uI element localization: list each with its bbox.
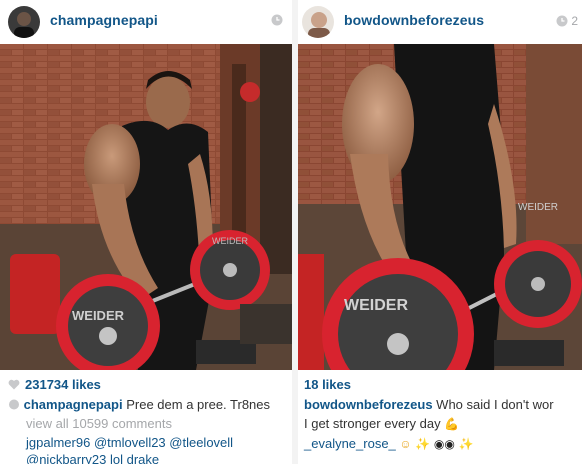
plate-label: WEIDER (518, 202, 558, 213)
sparkles-emoji: ✨ (415, 437, 431, 451)
comment-bubble-icon (9, 399, 19, 410)
plate-label: WEIDER (72, 308, 125, 323)
comment-mentions[interactable]: @tmlovell23 @tleelovell (90, 435, 233, 450)
post-header: bowdownbeforezeus 2 (298, 0, 582, 44)
smiling-face-emoji: ☺ (399, 437, 412, 451)
post-right: bowdownbeforezeus 2 WEIDER WEIDER 18 lik… (298, 0, 582, 464)
clock-icon (556, 15, 568, 27)
plate-label: WEIDER (212, 236, 249, 246)
post-header: champagnepapi (0, 0, 292, 44)
flexed-biceps-emoji: 💪 (444, 417, 460, 431)
eyes-emoji: ◉◉ (433, 437, 455, 451)
likes-count[interactable]: 18 likes (304, 376, 351, 393)
post-time: 2 (556, 14, 578, 28)
comment-username[interactable]: jgpalmer96 (26, 435, 90, 450)
comment-mention-text[interactable]: @nickbarry23 lol drake (26, 452, 159, 464)
clock-icon (271, 14, 283, 26)
caption-text: Pree dem a pree. Tr8nes (126, 397, 271, 412)
post-username[interactable]: champagnepapi (50, 12, 158, 28)
avatar[interactable] (302, 6, 334, 38)
post-photo[interactable]: WEIDER WEIDER (298, 44, 582, 370)
comment-username[interactable]: _evalyne_rose_ (304, 436, 396, 451)
view-all-comments-link[interactable]: view all 10599 comments (26, 415, 172, 432)
post-left: champagnepapi WEIDER WEIDER 231734 likes… (0, 0, 292, 464)
avatar[interactable] (8, 6, 40, 38)
caption: bowdownbeforezeus Who said I don't wor (304, 396, 554, 413)
caption: champagnepapi Pree dem a pree. Tr8nes (8, 396, 270, 413)
instagram-comparison: champagnepapi WEIDER WEIDER 231734 likes… (0, 0, 582, 464)
likes-count[interactable]: 231734 likes (8, 376, 101, 393)
caption-username[interactable]: champagnepapi (24, 397, 123, 412)
comment: jgpalmer96 @tmlovell23 @tleelovell (26, 434, 233, 451)
post-photo[interactable]: WEIDER WEIDER (0, 44, 292, 370)
caption-text: Who said I don't wor (432, 397, 554, 412)
caption-line-2: I get stronger every day 💪 (304, 416, 460, 431)
comment: _evalyne_rose_ ☺ ✨ ◉◉ ✨ (304, 435, 473, 453)
comment-continued: @nickbarry23 lol drake (26, 451, 159, 464)
caption-username[interactable]: bowdownbeforezeus (304, 397, 433, 412)
plate-label: WEIDER (344, 297, 408, 314)
post-time (271, 14, 286, 26)
post-username[interactable]: bowdownbeforezeus (344, 12, 484, 28)
heart-icon (8, 379, 20, 390)
sparkles-emoji: ✨ (458, 437, 474, 451)
